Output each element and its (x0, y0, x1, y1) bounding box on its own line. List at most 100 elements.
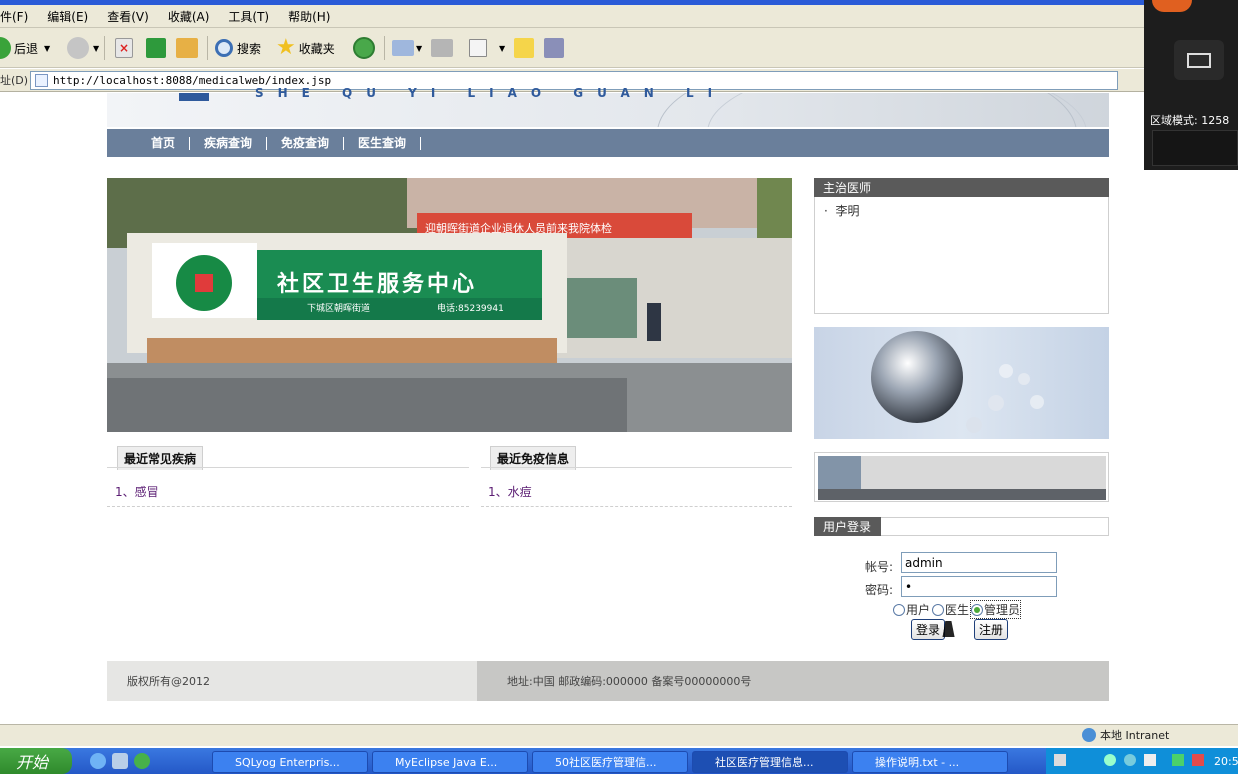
footer-copyright: 版权所有@2012 (107, 661, 477, 701)
doctor-panel (814, 178, 1109, 314)
clock: 20:5 (1214, 755, 1238, 768)
login-button[interactable]: 登录 (911, 619, 946, 640)
banner-decoration (707, 93, 1087, 127)
security-zone[interactable]: 本地 Intranet (1082, 727, 1169, 743)
account-input[interactable] (901, 552, 1057, 573)
search-button[interactable]: 搜索 (215, 34, 261, 62)
footer-address: 地址:中国 邮政编码:000000 备案号00000000号 (477, 661, 1109, 701)
menu-view[interactable]: 查看(V) (107, 8, 149, 25)
menu-help[interactable]: 帮助(H) (288, 8, 330, 25)
toolbar-separator (104, 36, 105, 60)
desktop-overlay-panel (1144, 0, 1238, 170)
tray-icon[interactable] (1054, 754, 1066, 766)
mail-dropdown-icon[interactable]: ▼ (416, 44, 422, 53)
photo-banner-text: 迎朝晖街道企业退休人员前来我院体检 (425, 222, 612, 235)
search-label: 搜索 (237, 41, 262, 56)
menu-bar: 件(F) 编辑(E) 查看(V) 收藏(A) 工具(T) 帮助(H) (0, 5, 1144, 28)
role-admin-option[interactable]: 管理员 (970, 600, 1022, 619)
tray-icon[interactable] (1124, 754, 1136, 766)
section-dashed-divider (481, 506, 792, 507)
ie-icon[interactable] (90, 753, 106, 769)
task-browser[interactable]: 社区医疗管理信息... (692, 751, 848, 773)
quick-launch (90, 753, 150, 769)
photo-sign-subtext: 下城区朝晖街道 (307, 304, 371, 314)
tray-icon[interactable] (1192, 754, 1204, 766)
radio-doctor[interactable] (932, 603, 945, 616)
refresh-button[interactable] (146, 34, 166, 62)
media-icon[interactable] (112, 753, 128, 769)
back-dropdown-icon[interactable]: ▼ (44, 44, 50, 53)
printer-icon (431, 39, 453, 57)
favorites-label: 收藏夹 (298, 41, 335, 56)
menu-favorites[interactable]: 收藏(A) (168, 8, 210, 25)
banner-logo-fragment (179, 93, 209, 101)
home-button[interactable] (176, 34, 198, 62)
start-button[interactable]: 开始 (0, 748, 72, 774)
nav-immunity-query[interactable]: 免疫查询 (267, 136, 345, 150)
main-nav: 首页 疾病查询 免疫查询 医生查询 (107, 129, 1109, 157)
register-button[interactable]: 注册 (974, 619, 1009, 640)
status-bar (0, 724, 1238, 746)
account-label: 帐号: (865, 560, 894, 574)
ad-slot-bar (818, 489, 1106, 500)
edit-dropdown-icon[interactable]: ▼ (499, 44, 505, 53)
menu-file[interactable]: 件(F) (0, 8, 28, 25)
community-center-photo: 社区卫生服务中心 下城区朝晖街道 电话:85239941 迎朝晖街道企业退休人员… (107, 178, 792, 432)
login-title: 用户登录 (814, 517, 881, 536)
nav-home[interactable]: 首页 (137, 136, 191, 150)
role-user-label: 用户 (906, 603, 931, 617)
discuss-button[interactable] (514, 34, 534, 62)
signal-icon[interactable] (1172, 754, 1184, 766)
ad-slot-block (818, 456, 861, 489)
messenger-button[interactable] (544, 34, 564, 62)
mail-button[interactable]: ▼ (392, 34, 422, 62)
task-myeclipse[interactable]: MyEclipse Java E... (372, 751, 528, 773)
task-folder[interactable]: 50社区医疗管理信... (532, 751, 688, 773)
favorites-button[interactable]: ★ 收藏夹 (276, 34, 335, 62)
monitor-icon[interactable] (1174, 40, 1224, 80)
word-doc-icon (469, 39, 487, 57)
photo-sign-text: 社区卫生服务中心 (277, 272, 478, 297)
desktop-icon[interactable] (134, 753, 150, 769)
puzzle-globe-image (814, 327, 1109, 439)
star-icon: ★ (276, 35, 296, 60)
home-icon (176, 38, 198, 58)
history-button[interactable] (353, 34, 375, 62)
back-label: 后退 (14, 41, 39, 56)
section-divider (107, 467, 469, 468)
doctor-panel-title: 主治医师 (814, 178, 1109, 197)
search-icon (215, 39, 233, 57)
nav-doctor-query[interactable]: 医生查询 (344, 136, 422, 150)
forward-arrow-icon (67, 37, 89, 59)
password-input[interactable] (901, 576, 1057, 597)
immunity-list-item[interactable]: 1、水痘 (488, 483, 532, 500)
role-doctor-label: 医生 (945, 603, 970, 617)
role-user-option[interactable]: 用户 (893, 601, 930, 618)
tray-icon[interactable] (1144, 754, 1156, 766)
menu-edit[interactable]: 编辑(E) (47, 8, 88, 25)
toolbar-separator (207, 36, 208, 60)
globe-zone-icon (1082, 728, 1096, 742)
section-dashed-divider (107, 506, 469, 507)
back-button[interactable]: 后退 ▼ (0, 34, 50, 62)
doctor-list-item[interactable]: · 李明 (824, 202, 859, 219)
print-button[interactable] (431, 34, 453, 62)
forward-button[interactable]: ▼ (67, 34, 99, 62)
radio-admin[interactable] (971, 603, 984, 616)
toolbar-separator (384, 36, 385, 60)
tray-icon[interactable] (1104, 754, 1116, 766)
note-icon (514, 38, 534, 58)
menu-tools[interactable]: 工具(T) (228, 8, 269, 25)
stop-button[interactable]: × (115, 34, 133, 62)
edit-button[interactable]: ▼ (469, 34, 505, 62)
mouse-cursor-icon (942, 621, 958, 637)
role-doctor-option[interactable]: 医生 (932, 601, 969, 618)
task-notepad[interactable]: 操作说明.txt - ... (852, 751, 1008, 773)
toolbar: 后退 ▼ ▼ × 搜索 ★ 收藏夹 ▼ ▼ (0, 28, 1144, 68)
forward-dropdown-icon[interactable]: ▼ (93, 44, 99, 53)
radio-user[interactable] (893, 603, 905, 616)
disease-list-item[interactable]: 1、感冒 (115, 483, 159, 500)
task-sqlyog[interactable]: SQLyog Enterpris... (212, 751, 368, 773)
password-label: 密码: (865, 583, 894, 597)
nav-disease-query[interactable]: 疾病查询 (190, 136, 268, 150)
